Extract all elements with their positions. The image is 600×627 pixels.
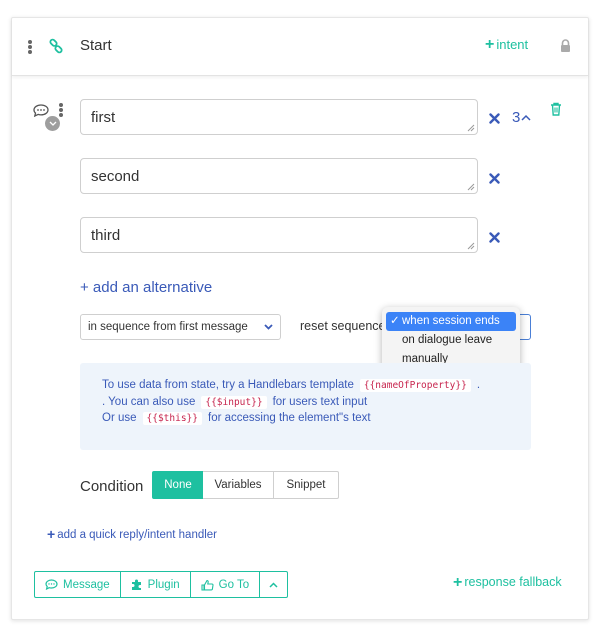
add-alternative-link[interactable]: + add an alternative [80,279,212,296]
add-quick-reply-link[interactable]: + add a quick reply/intent handler [47,526,218,542]
lock-icon[interactable] [560,39,571,57]
alternative-text-2: second [91,167,140,185]
code-snippet: {{$this}} [142,412,202,425]
more-options-button[interactable] [259,571,289,598]
condition-none-button[interactable]: None [152,471,204,499]
remove-alternative-1-icon[interactable] [489,111,500,129]
puzzle-icon [131,579,141,590]
sequence-mode-select[interactable]: in sequence from first message [80,314,281,340]
trash-icon[interactable] [550,102,562,121]
remove-alternative-2-icon[interactable] [489,171,500,189]
resize-grip-icon[interactable] [467,124,475,132]
alternative-input-3[interactable]: third [80,217,478,253]
response-type-buttons: Message Plugin Go To [34,571,289,598]
add-message-button[interactable]: Message [34,571,121,598]
info-text: . You can also use [102,395,196,408]
response-drag-handle-icon[interactable] [59,103,63,117]
node-title[interactable]: Start [80,37,112,54]
dialogue-node-card: Start + intent first 3 second third + ad… [11,17,589,620]
info-text: . [476,379,481,391]
add-goto-button[interactable]: Go To [189,571,261,598]
condition-label: Condition [80,478,144,495]
condition-variables-button[interactable]: Variables [203,471,274,499]
template-info-box: To use data from state, try a Handlebars… [80,363,531,450]
info-text: Or use [102,412,137,424]
reset-sequence-label: reset sequence [300,319,386,333]
response-fallback-label: response fallback [464,575,562,589]
plus-icon: + [485,36,495,53]
check-icon: ✓ [390,315,400,327]
alternative-text-1: first [91,108,116,126]
add-goto-label: Go To [218,578,250,591]
code-snippet: {{$input}} [201,395,267,409]
add-intent-label: intent [496,37,529,52]
reset-option-on-dialogue-leave[interactable]: on dialogue leave [386,331,516,350]
code-snippet: {{nameOfProperty}} [359,379,471,392]
alternative-input-2[interactable]: second [80,158,478,194]
resize-grip-icon[interactable] [467,242,475,250]
resize-grip-icon[interactable] [467,183,475,191]
info-text: To use data from state, try a Handlebars… [102,379,354,391]
header-drag-handle-icon[interactable] [28,40,32,54]
alternatives-count-value: 3 [512,109,521,126]
chevron-up-icon [269,581,278,588]
alternative-input-1[interactable]: first [80,99,478,135]
pointing-hand-icon [201,579,214,591]
alternatives-count[interactable]: 3 [512,109,531,126]
chevron-down-icon [49,121,56,126]
plus-icon: + [453,573,463,591]
info-text: for users text input [272,395,368,408]
add-intent-button[interactable]: + intent [485,36,529,53]
message-icon [45,579,58,590]
info-line-1: To use data from state, try a Handlebars… [102,377,509,394]
chevron-up-icon [521,114,531,121]
expand-toggle[interactable] [45,116,60,131]
link-icon[interactable] [48,38,64,59]
plus-icon: + [47,526,56,542]
add-message-label: Message [63,578,110,591]
info-text: for accessing the element"s text [208,412,371,424]
chevron-down-icon [264,324,273,330]
reset-option-when-session-ends[interactable]: ✓ when session ends [386,312,516,331]
add-plugin-button[interactable]: Plugin [119,571,191,598]
reset-option-label: on dialogue leave [402,334,493,346]
add-plugin-label: Plugin [147,578,180,591]
remove-alternative-3-icon[interactable] [489,230,500,248]
response-fallback-button[interactable]: + response fallback [453,573,562,591]
reset-option-label: when session ends [402,315,500,327]
sequence-mode-value: in sequence from first message [88,321,248,333]
info-line-3: Or use {{$this}} for accessing the element… [102,410,509,427]
quick-reply-label: add a quick reply/intent handler [57,528,218,541]
node-header: Start + intent [12,18,588,76]
alternative-text-3: third [91,226,121,244]
info-line-2: . You can also use {{$input}} for users te… [102,394,509,411]
condition-snippet-button[interactable]: Snippet [273,471,339,499]
